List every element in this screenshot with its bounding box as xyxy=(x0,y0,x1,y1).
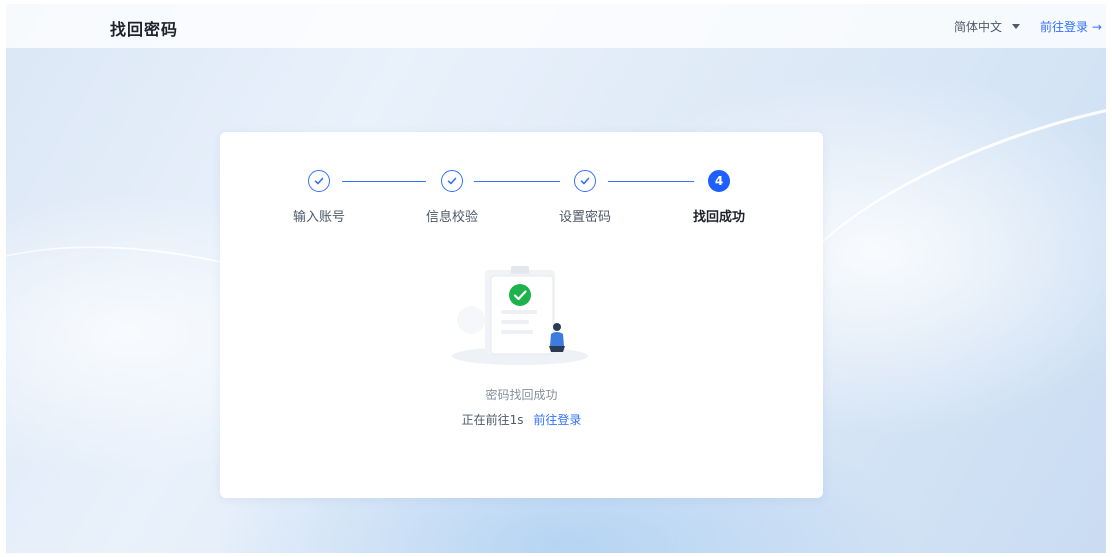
step-connector xyxy=(474,181,560,182)
step-1-check-icon xyxy=(308,170,330,192)
result-card: 4 输入账号 信息校验 设置密码 找回成功 密码找回成功 正在前往1s 前往登录 xyxy=(220,132,823,498)
step-label-set-password: 设置密码 xyxy=(558,210,612,225)
top-bar: 找回密码 简体中文 前往登录 → xyxy=(6,4,1106,48)
step-label-verify-info: 信息校验 xyxy=(425,210,479,225)
success-illustration xyxy=(452,266,588,365)
redirect-line: 正在前往1s 前往登录 xyxy=(220,411,823,428)
step-label-input-account: 输入账号 xyxy=(292,210,346,225)
step-3-check-icon xyxy=(574,170,596,192)
language-selector[interactable]: 简体中文 xyxy=(954,18,1021,35)
go-to-login-link[interactable]: 前往登录 → xyxy=(1040,18,1102,35)
step-connector xyxy=(342,181,426,182)
check-circle-icon xyxy=(509,284,531,306)
caret-down-icon xyxy=(1012,24,1021,29)
page-title: 找回密码 xyxy=(110,20,179,39)
step-4-number: 4 xyxy=(708,170,730,192)
redirect-countdown: 正在前往1s xyxy=(461,413,524,427)
step-connector xyxy=(608,181,694,182)
go-to-login-inline-link[interactable]: 前往登录 xyxy=(533,413,581,427)
page-background: 找回密码 简体中文 前往登录 → 4 输入账号 信息校验 设置密码 找回成功 密… xyxy=(6,4,1106,553)
language-label: 简体中文 xyxy=(954,20,1003,34)
success-message: 密码找回成功 xyxy=(485,388,558,402)
step-label-success: 找回成功 xyxy=(692,210,746,225)
step-2-check-icon xyxy=(441,170,463,192)
